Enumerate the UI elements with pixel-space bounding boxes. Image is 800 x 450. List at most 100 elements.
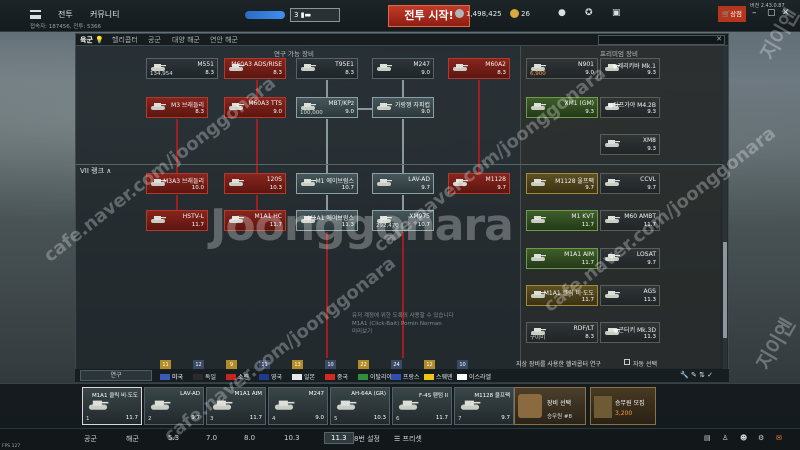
tab-helicopter[interactable]: 헬리콥터 <box>112 35 138 45</box>
vehicle-card[interactable]: M60A2 8.3 <box>448 58 510 79</box>
nation-tab[interactable]: 일본 <box>292 372 315 381</box>
golden-eagles[interactable]: 26 <box>510 9 530 18</box>
vehicle-card[interactable]: XM8 9.3 <box>600 134 660 155</box>
settings-icon[interactable]: ⚙ <box>758 434 764 442</box>
vehicle-card[interactable]: XM975 10.7 292,470 <box>372 210 434 231</box>
crew-slots-bar: M1A1 클릭 비·도도 11.7 1 LAV-AD 9.7 2 M1A1 AIM 11.7 3… <box>0 383 800 428</box>
tab-coastal[interactable]: 연안 해군 <box>210 35 238 45</box>
lightbulb-icon[interactable]: ● <box>558 8 566 18</box>
vehicle-card[interactable]: 가랑꼉 자피컵 9.0 <box>372 97 434 118</box>
crew-slot[interactable]: M1A1 AIM 11.7 3 <box>206 387 266 425</box>
nation-tab[interactable]: 프랑스 <box>391 372 420 381</box>
coupon-icon[interactable]: ▣ <box>612 8 621 18</box>
scrollbar[interactable] <box>723 46 727 369</box>
vehicle-card[interactable]: M1A1 에이브럼스 11.3 <box>296 210 358 231</box>
sort-icon[interactable]: ⇅ <box>699 371 705 379</box>
vehicle-card[interactable]: LOSAT 9.7 <box>600 248 660 269</box>
crew-slot[interactable]: M1128 울프팩 9.7 7 <box>454 387 514 425</box>
slot-vehicle-name: M1A1 클릭 비·도도 <box>91 393 138 399</box>
vehicle-card[interactable]: ●제리키바 Mk.1 9.3 <box>600 58 660 79</box>
vehicle-card[interactable]: N901 9.0 6,900 <box>526 58 598 79</box>
auto-select-checkbox[interactable] <box>624 359 630 365</box>
vehicle-card[interactable]: M1 KVT 11.7 <box>526 210 598 231</box>
vehicle-card[interactable]: M60A3 ADS/RISE 8.3 <box>224 58 286 79</box>
achievement-icon[interactable]: ✪ <box>585 8 593 18</box>
tab-bluewater[interactable]: 대양 해군 <box>172 35 200 45</box>
vehicle-card[interactable]: MBT/KPz 9.0 100,000 <box>296 97 358 118</box>
research-button[interactable]: 연구 <box>80 370 152 381</box>
vehicle-card[interactable]: M60A3 TTS 9.0 <box>224 97 286 118</box>
br-option[interactable]: 5.3 <box>168 434 179 442</box>
research-column-header: 연구 가능 장비 <box>274 50 315 58</box>
menu-community[interactable]: 커뮤니티 <box>90 9 119 20</box>
crew-slot[interactable]: LAV-AD 9.7 2 <box>144 387 204 425</box>
pen-icon[interactable]: ✎ <box>691 371 697 379</box>
br-option[interactable]: 8.0 <box>244 434 255 442</box>
crew-slot[interactable]: M247 9.0 4 <box>268 387 328 425</box>
nation-tab[interactable]: 이탈리아 <box>358 372 392 381</box>
tab-ground[interactable]: 육군 💡 <box>80 35 104 45</box>
restore-icon[interactable]: ▢ <box>767 8 776 18</box>
nation-tab[interactable]: 독일 <box>193 372 216 381</box>
vehicle-card[interactable]: CCVL 9.7 <box>600 173 660 194</box>
crew-slot[interactable]: M1A1 클릭 비·도도 11.7 1 <box>82 387 142 425</box>
vehicle-card[interactable]: M551 8.3 134,954 <box>146 58 218 79</box>
menu-battle[interactable]: 전투 <box>58 9 73 20</box>
br-option[interactable]: 10.3 <box>284 434 300 442</box>
nation-tab[interactable]: 스웨덴 <box>424 372 453 381</box>
nation-tab[interactable]: 중국 <box>325 372 348 381</box>
vehicle-card[interactable]: XM1 (GM) 9.3 <box>526 97 598 118</box>
rank-section-label[interactable]: VII 랭크 ∧ <box>80 166 111 176</box>
tab-air[interactable]: 공군 <box>148 35 161 45</box>
nation-tab[interactable]: 영국 <box>259 372 282 381</box>
friends-icon[interactable]: ☻ <box>740 434 747 442</box>
nickname-badge[interactable] <box>245 11 285 19</box>
mail-icon[interactable]: ✉ <box>776 434 782 442</box>
nation-tab[interactable]: 소련 <box>226 372 249 381</box>
squad-icon[interactable]: ♙ <box>722 434 728 442</box>
vehicle-card[interactable]: M1128 9.7 <box>448 173 510 194</box>
minimize-icon[interactable]: – <box>752 8 757 18</box>
vehicle-card[interactable]: M3A3 브래들리 10.0 <box>146 173 208 194</box>
vehicle-name: ●어프가야 M4.2B <box>607 102 656 109</box>
vehicle-card[interactable]: HSTV-L 11.7 <box>146 210 208 231</box>
footer-tab-air[interactable]: 공군 <box>84 434 97 444</box>
vehicle-card[interactable]: T95E1 8.3 <box>296 58 358 79</box>
vehicle-card[interactable]: M1A1 HC 11.7 <box>224 210 286 231</box>
vehicle-card[interactable]: M1A1 AIM 11.7 <box>526 248 598 269</box>
br-option[interactable]: 11.3 <box>324 432 354 444</box>
vehicle-card[interactable]: M1128 울프팩 9.7 <box>526 173 598 194</box>
crew-slot[interactable]: AH-64A (GR) 10.3 5 <box>330 387 390 425</box>
wrench-icon[interactable]: 🔧 <box>680 371 689 379</box>
vehicle-card[interactable]: AGS 11.3 <box>600 285 660 306</box>
vehicle-card[interactable]: M3 브래들리 8.3 <box>146 97 208 118</box>
vehicle-card[interactable]: M1A1 클릭 비·도도 11.7 <box>526 285 598 306</box>
close-icon[interactable]: ✕ <box>782 8 790 18</box>
vehicle-card[interactable]: ●곤터키 Mk.3D 11.3 <box>600 322 660 343</box>
crew-recruit-card[interactable]: 승무원 모집 3,200 <box>590 387 656 425</box>
nation-tab[interactable]: 미국 <box>160 372 183 381</box>
research-points: 100,000 <box>300 110 323 116</box>
vehicle-card[interactable]: M1 에이브럼스 10.7 <box>296 173 358 194</box>
vehicle-card[interactable]: M60 AMBT 11.7 <box>600 210 660 231</box>
presets-button[interactable]: ☰ 프리셋 <box>394 434 422 444</box>
br-option[interactable]: 7.0 <box>206 434 217 442</box>
crew-select-card[interactable]: 장비 선택 승무원 #8 <box>514 387 586 425</box>
vehicle-card[interactable]: LAV-AD 9.7 <box>372 173 434 194</box>
chat-icon[interactable]: ▤ <box>704 434 711 442</box>
vehicle-card[interactable]: ●어프가야 M4.2B 9.3 <box>600 97 660 118</box>
nation-tab[interactable]: 이스라엘 <box>457 372 491 381</box>
player-rank[interactable]: 3 ▮▬ <box>290 8 340 22</box>
menu-icon[interactable] <box>30 10 41 19</box>
footer-tab-naval[interactable]: 해군 <box>126 434 139 444</box>
scrollbar-thumb[interactable] <box>723 242 727 338</box>
vehicle-card[interactable]: RDF/LT 8.3 구이미 <box>526 322 598 343</box>
crew-slot[interactable]: F-4S 팬텀 II 11.7 6 <box>392 387 452 425</box>
preset-label[interactable]: 8번 설정 <box>354 434 380 444</box>
check-icon[interactable]: ✓ <box>707 371 713 379</box>
vehicle-card[interactable]: 120S 10.3 <box>224 173 286 194</box>
search-input[interactable]: ✕ <box>598 35 725 45</box>
vehicle-card[interactable]: M247 9.0 <box>372 58 434 79</box>
close-icon[interactable]: ✕ <box>716 35 722 43</box>
shop-button[interactable]: 🛒상점 <box>718 6 746 22</box>
